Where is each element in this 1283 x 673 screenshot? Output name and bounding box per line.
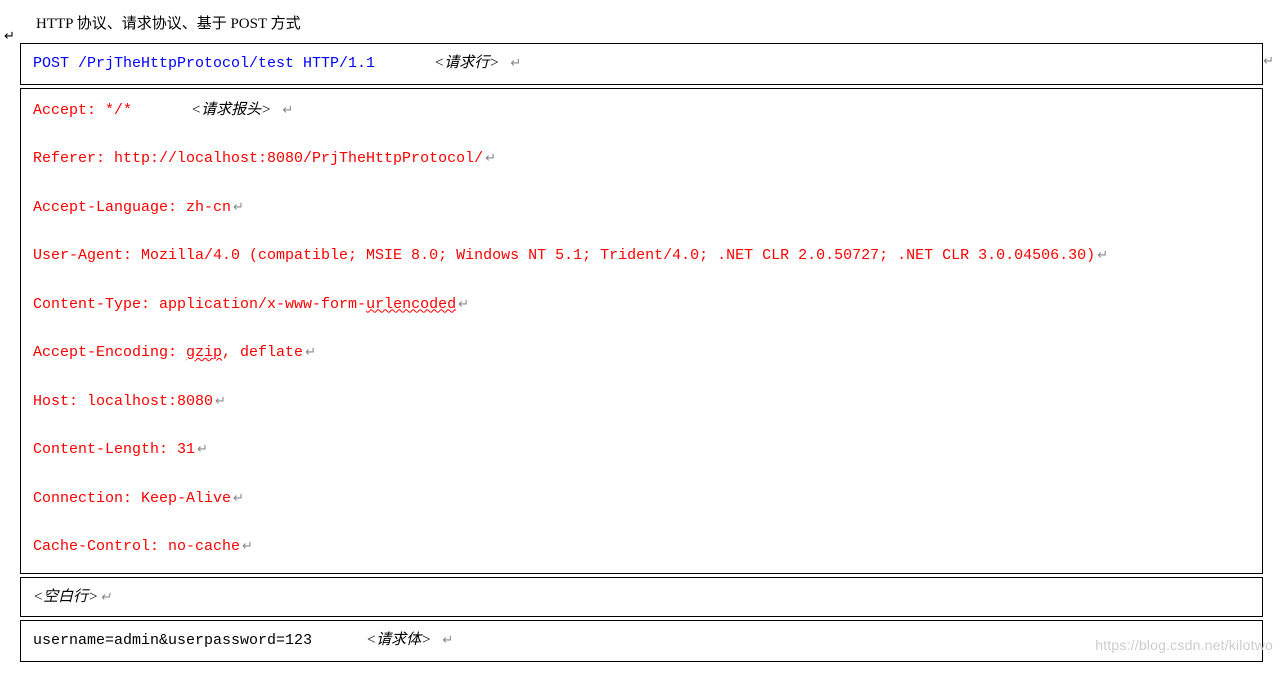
header-text: Accept-Language: zh-cn: [33, 199, 231, 216]
request-line-box: POST /PrjTheHttpProtocol/test HTTP/1.1 <…: [20, 43, 1263, 85]
header-accept-encoding: Accept-Encoding: gzip, deflate↵: [33, 342, 1250, 365]
header-text: Referer: http://localhost:8080/PrjTheHtt…: [33, 150, 483, 167]
page-title: HTTP 协议、请求协议、基于 POST 方式: [36, 12, 1271, 33]
header-text: Content-Length: 31: [33, 441, 195, 458]
blank-line-box: <空白行>↵: [20, 577, 1263, 618]
watermark: https://blog.csdn.net/kilotwo: [1095, 637, 1273, 653]
header-text: Cache-Control: no-cache: [33, 538, 240, 555]
request-body-box: username=admin&userpassword=123 <请求体> ↵: [20, 620, 1263, 662]
blank-annotation: <空白行>: [33, 589, 98, 605]
return-symbol: ↵: [458, 297, 469, 312]
return-symbol: ↵: [442, 633, 453, 648]
header-annotation: <请求报头>: [191, 102, 271, 118]
header-text-wavy: gzip: [186, 344, 222, 361]
header-accept-language: Accept-Language: zh-cn↵: [33, 197, 1250, 220]
body-annotation: <请求体>: [366, 632, 431, 648]
header-referer: Referer: http://localhost:8080/PrjTheHtt…: [33, 148, 1250, 171]
header-text-prefix: Accept-Encoding:: [33, 344, 186, 361]
return-symbol: ↵: [233, 200, 244, 215]
header-text-wavy: urlencoded: [366, 296, 456, 313]
return-symbol: ↵: [100, 589, 111, 604]
header-host: Host: localhost:8080↵: [33, 391, 1250, 414]
header-text: Accept: */*: [33, 102, 132, 119]
request-line-text: POST /PrjTheHttpProtocol/test HTTP/1.1: [33, 55, 375, 72]
return-symbol: ↵: [215, 394, 226, 409]
return-symbol: ↵: [233, 491, 244, 506]
return-symbol: ↵: [242, 539, 253, 554]
return-symbol: ↵: [282, 103, 293, 118]
header-content-type: Content-Type: application/x-www-form-url…: [33, 294, 1250, 317]
return-symbol: ↵: [197, 442, 208, 457]
return-symbol: ↵: [1097, 248, 1108, 263]
header-text-suffix: , deflate: [222, 344, 303, 361]
outer-return-symbol: ↵: [1263, 52, 1274, 72]
header-content-length: Content-Length: 31↵: [33, 439, 1250, 462]
header-cache-control: Cache-Control: no-cache↵: [33, 536, 1250, 559]
header-accept: Accept: */* <请求报头> ↵: [33, 99, 1250, 123]
header-text-prefix: Content-Type: application/x-www-form-: [33, 296, 366, 313]
return-symbol: ↵: [510, 56, 521, 71]
header-user-agent: User-Agent: Mozilla/4.0 (compatible; MSI…: [33, 245, 1250, 268]
header-text: User-Agent: Mozilla/4.0 (compatible; MSI…: [33, 247, 1095, 264]
return-symbol: ↵: [485, 151, 496, 166]
request-headers-box: Accept: */* <请求报头> ↵ Referer: http://loc…: [20, 88, 1263, 574]
header-text: Host: localhost:8080: [33, 393, 213, 410]
request-line-annotation: <请求行>: [434, 55, 499, 71]
return-symbol: ↵: [305, 345, 316, 360]
body-text: username=admin&userpassword=123: [33, 632, 312, 649]
cursor-indicator: ↵: [4, 28, 15, 44]
header-text: Connection: Keep-Alive: [33, 490, 231, 507]
header-connection: Connection: Keep-Alive↵: [33, 488, 1250, 511]
